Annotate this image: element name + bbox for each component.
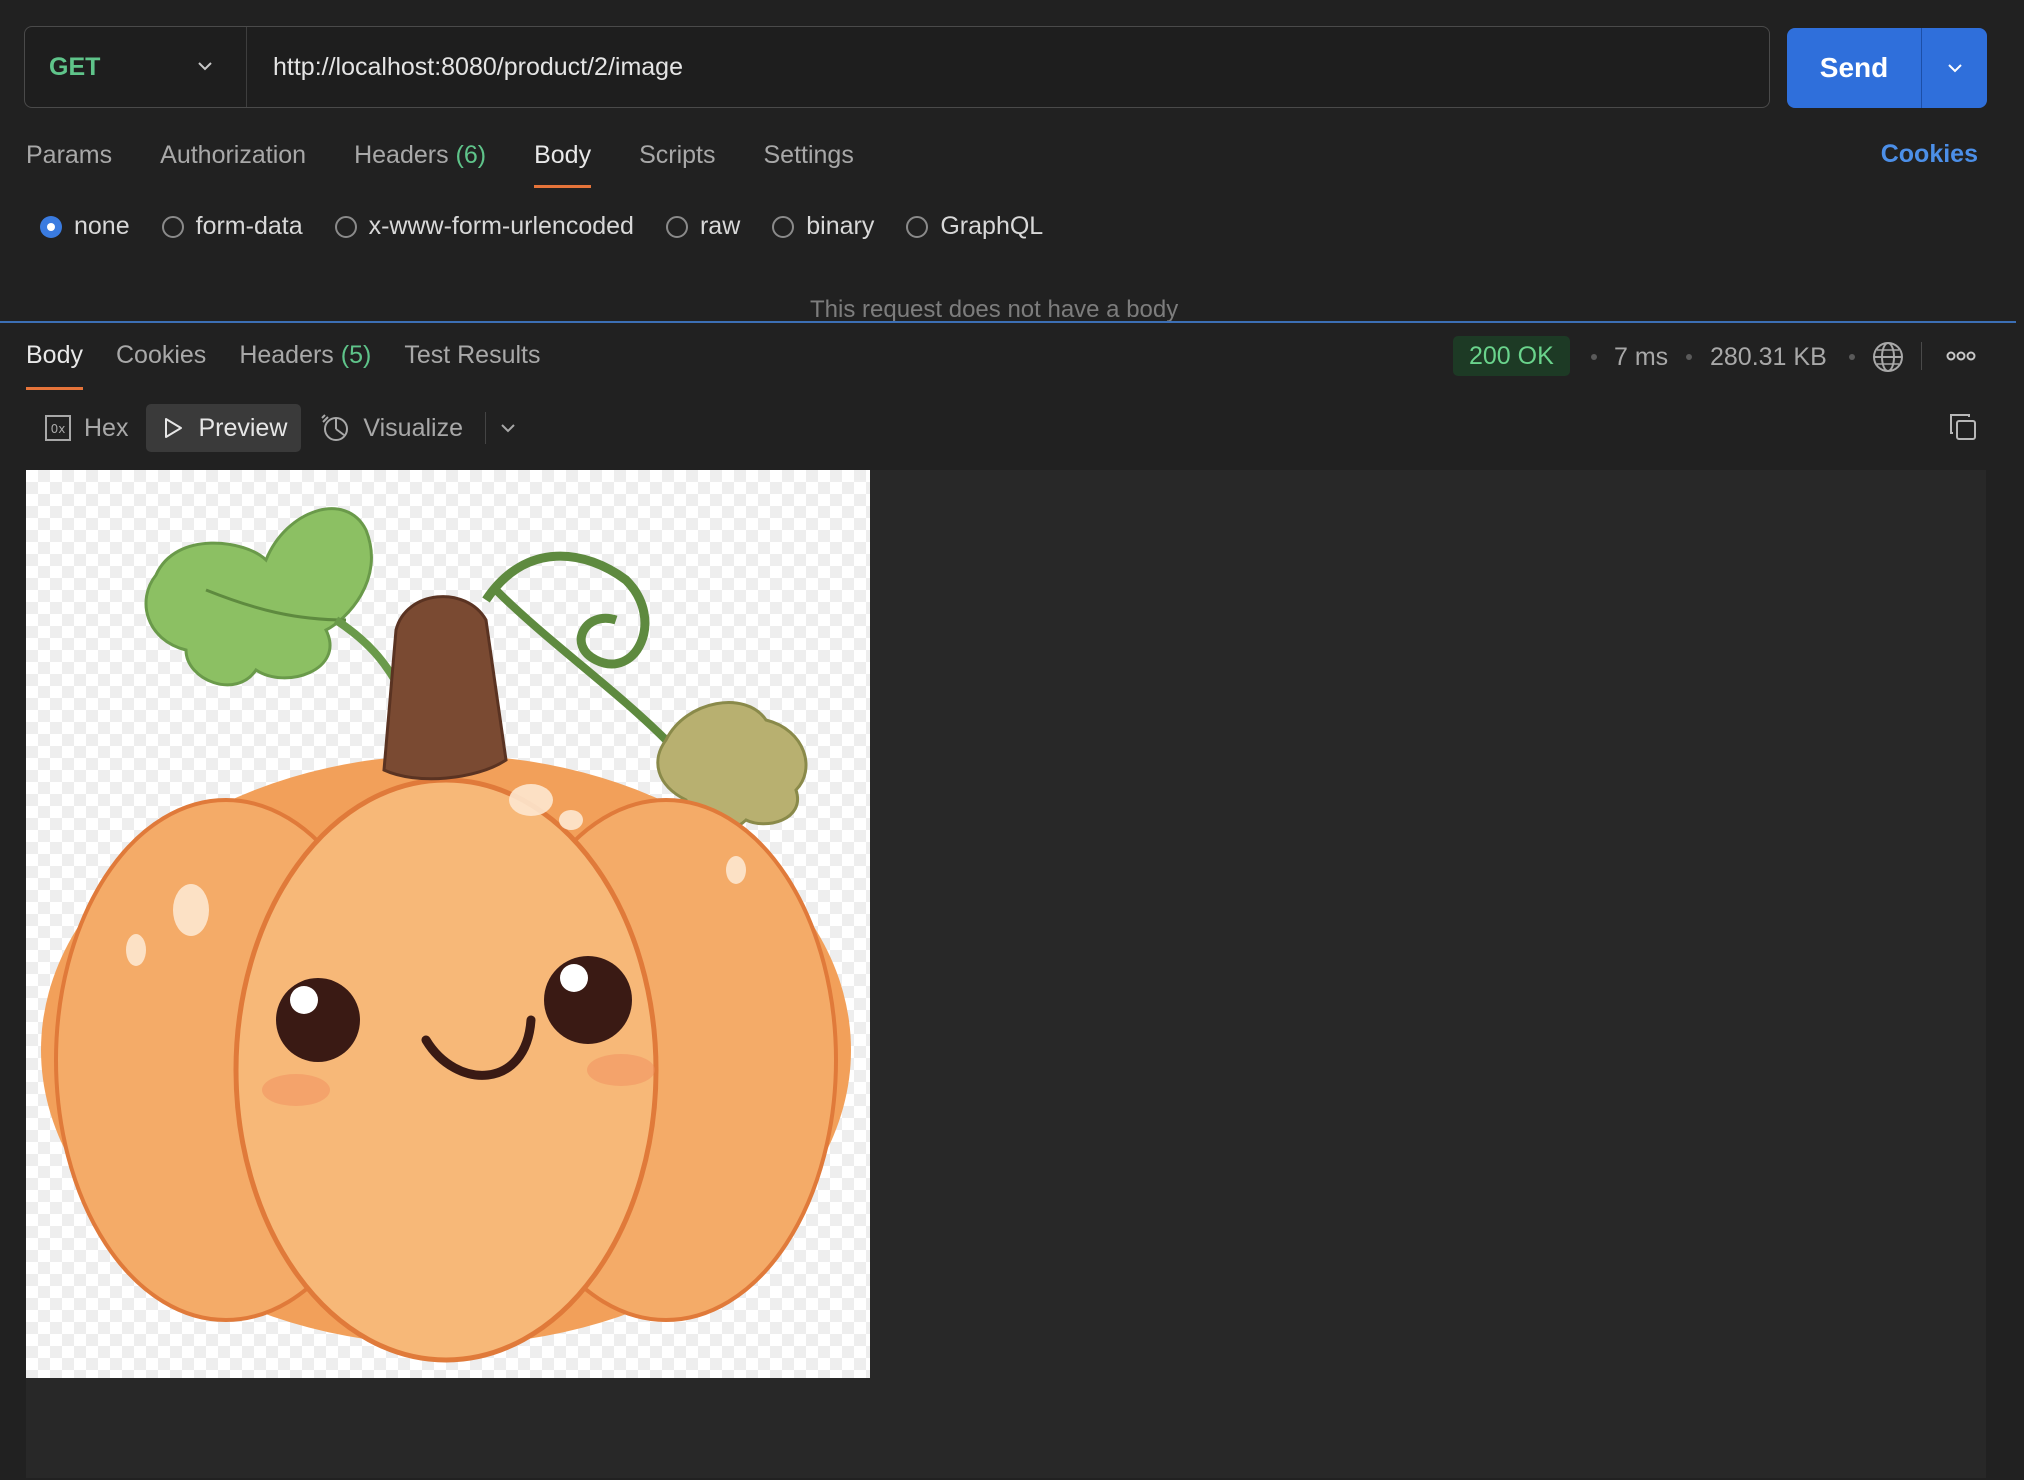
- tab-params[interactable]: Params: [26, 138, 112, 190]
- globe-icon[interactable]: [1871, 340, 1905, 374]
- toolbar-separator: [1921, 342, 1922, 370]
- radio-circle: [772, 215, 795, 238]
- copy-icon[interactable]: [1948, 412, 1978, 442]
- status-badge[interactable]: 200 OK: [1453, 336, 1570, 376]
- request-tabs: Params Authorization Headers (6) Body Sc…: [26, 138, 902, 190]
- radio-graphql[interactable]: GraphQL: [906, 212, 1043, 241]
- radio-none[interactable]: none: [40, 212, 130, 241]
- hex-view-button[interactable]: 0x Hex: [30, 404, 142, 452]
- url-bar: GET http://localhost:8080/product/2/imag…: [24, 26, 1770, 108]
- radio-circle: [40, 215, 62, 238]
- svg-text:0x: 0x: [51, 422, 66, 436]
- headers-count: (6): [455, 141, 487, 169]
- pumpkin-image: [26, 470, 870, 1378]
- toolbar-separator: [485, 412, 486, 444]
- tab-authorization[interactable]: Authorization: [160, 138, 306, 190]
- response-headers-count: (5): [340, 341, 372, 369]
- radio-binary[interactable]: binary: [772, 212, 874, 241]
- no-body-message: This request does not have a body: [810, 296, 1179, 322]
- url-input[interactable]: http://localhost:8080/product/2/image: [247, 53, 683, 82]
- tab-body[interactable]: Body: [534, 138, 591, 190]
- preview-view-button[interactable]: Preview: [146, 404, 302, 452]
- tab-settings[interactable]: Settings: [763, 138, 853, 190]
- radio-urlencoded[interactable]: x-www-form-urlencoded: [334, 212, 634, 241]
- method-label: GET: [49, 52, 101, 81]
- send-button[interactable]: Send: [1787, 28, 1922, 108]
- radio-raw[interactable]: raw: [665, 212, 740, 241]
- chevron-down-icon: [1947, 64, 1962, 73]
- pumpkin-illustration: [41, 507, 851, 1363]
- radio-circle: [161, 215, 184, 238]
- response-tabs: Body Cookies Headers (5) Test Results: [26, 338, 574, 390]
- send-button-group: Send: [1787, 28, 1987, 108]
- response-tab-headers[interactable]: Headers (5): [239, 338, 371, 390]
- body-type-radios: none form-data x-www-form-urlencoded raw…: [40, 212, 1075, 241]
- separator-dot: [1591, 354, 1597, 360]
- cookies-link[interactable]: Cookies: [1881, 140, 1978, 169]
- separator-dot: [1686, 354, 1692, 360]
- visualize-icon: [321, 414, 349, 441]
- tab-scripts[interactable]: Scripts: [639, 138, 715, 190]
- chevron-down-icon[interactable]: [496, 416, 520, 440]
- radio-circle: [334, 215, 357, 238]
- radio-circle: [906, 215, 929, 238]
- response-tab-test-results[interactable]: Test Results: [404, 338, 540, 390]
- response-tab-body[interactable]: Body: [26, 338, 83, 390]
- radio-circle: [665, 215, 688, 238]
- response-tab-cookies[interactable]: Cookies: [116, 338, 206, 390]
- radio-form-data[interactable]: form-data: [161, 212, 303, 241]
- response-size[interactable]: 280.31 KB: [1710, 343, 1827, 372]
- response-time[interactable]: 7 ms: [1614, 343, 1668, 372]
- method-select[interactable]: GET: [25, 27, 247, 107]
- tab-headers[interactable]: Headers (6): [354, 138, 486, 190]
- visualize-view-button[interactable]: Visualize: [305, 404, 477, 452]
- panel-resize-divider[interactable]: [0, 321, 2016, 323]
- chevron-down-icon: [198, 62, 212, 71]
- play-icon: [165, 418, 183, 438]
- response-view-toolbar: 0x Hex Preview Visualize: [30, 404, 520, 452]
- separator-dot: [1849, 354, 1855, 360]
- more-options-icon[interactable]: [1946, 346, 1976, 366]
- send-options-button[interactable]: [1922, 28, 1987, 108]
- hex-icon: 0x: [45, 415, 71, 441]
